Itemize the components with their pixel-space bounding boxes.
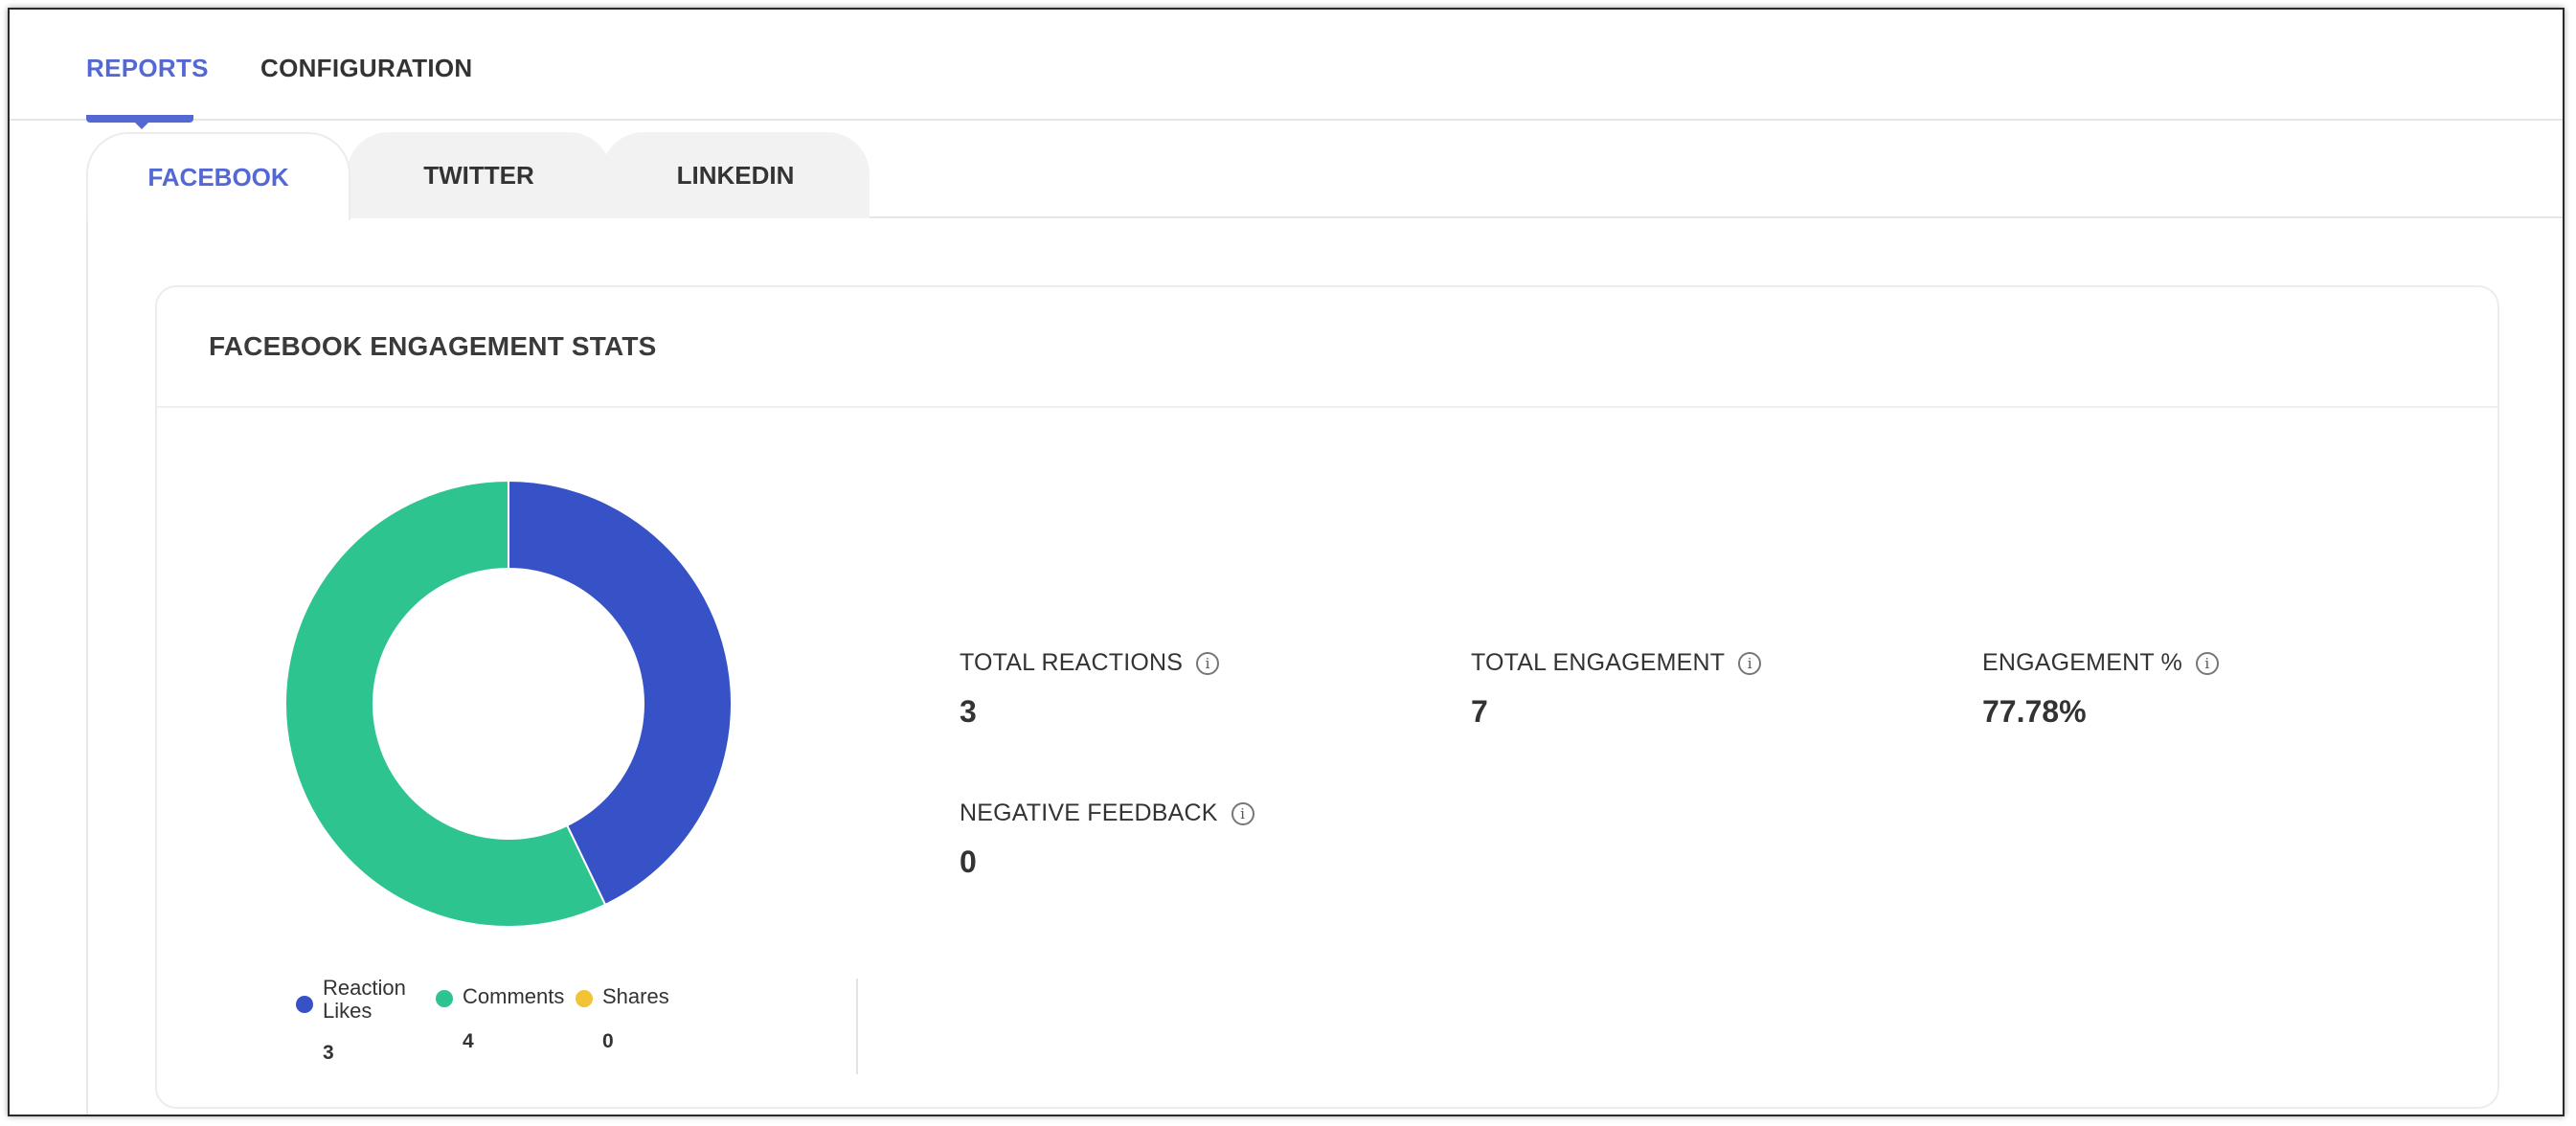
metric-value: 77.78% — [1982, 694, 2087, 729]
metric-label: TOTAL ENGAGEMENT — [1471, 649, 1726, 676]
metric-label: NEGATIVE FEEDBACK — [960, 799, 1218, 826]
info-icon[interactable]: i — [1738, 651, 1762, 675]
legend-label: Reaction Likes — [323, 976, 406, 1023]
legend-value: 3 — [323, 1042, 334, 1064]
info-icon[interactable]: i — [1196, 651, 1220, 675]
metric-label: TOTAL REACTIONS — [960, 649, 1184, 676]
app-window: REPORTS CONFIGURATION LINKEDIN TWITTER F… — [8, 8, 2565, 1116]
metric-label: ENGAGEMENT % — [1982, 649, 2182, 676]
engagement-donut-chart — [284, 479, 733, 928]
active-tab-caret — [134, 122, 149, 129]
top-tab-bar: REPORTS CONFIGURATION — [10, 10, 2563, 121]
tab-configuration[interactable]: CONFIGURATION — [260, 54, 473, 83]
metric-value: 7 — [1471, 694, 1488, 729]
card-header: FACEBOOK ENGAGEMENT STATS — [157, 287, 2497, 408]
metric-total-engagement: TOTAL ENGAGEMENT i 7 — [1471, 649, 1762, 730]
info-icon[interactable]: i — [2195, 651, 2219, 675]
legend-dot-comments — [436, 990, 453, 1007]
legend-value: 0 — [602, 1030, 614, 1052]
metric-negative-feedback: NEGATIVE FEEDBACK i 0 — [960, 799, 1254, 880]
engagement-stats-card: FACEBOOK ENGAGEMENT STATS Reaction Likes… — [155, 285, 2499, 1109]
legend-value: 4 — [463, 1030, 474, 1052]
tab-facebook[interactable]: FACEBOOK — [86, 132, 350, 220]
card-title: FACEBOOK ENGAGEMENT STATS — [209, 331, 657, 361]
chart-legend: Reaction Likes 3 Comments 4 Shares 0 — [296, 977, 698, 1082]
metric-engagement-percent: ENGAGEMENT % i 77.78% — [1982, 649, 2219, 730]
legend-label: Comments — [463, 984, 565, 1008]
metric-value: 0 — [960, 844, 977, 879]
tab-twitter[interactable]: TWITTER — [347, 132, 611, 218]
legend-dot-reaction-likes — [296, 996, 313, 1013]
legend-label: Shares — [602, 984, 669, 1008]
legend-divider — [856, 979, 858, 1074]
metric-value: 3 — [960, 694, 977, 729]
tab-reports[interactable]: REPORTS — [86, 54, 209, 83]
info-icon[interactable]: i — [1231, 801, 1254, 825]
tab-linkedin[interactable]: LINKEDIN — [601, 132, 870, 218]
legend-dot-shares — [576, 990, 593, 1007]
metric-total-reactions: TOTAL REACTIONS i 3 — [960, 649, 1220, 730]
